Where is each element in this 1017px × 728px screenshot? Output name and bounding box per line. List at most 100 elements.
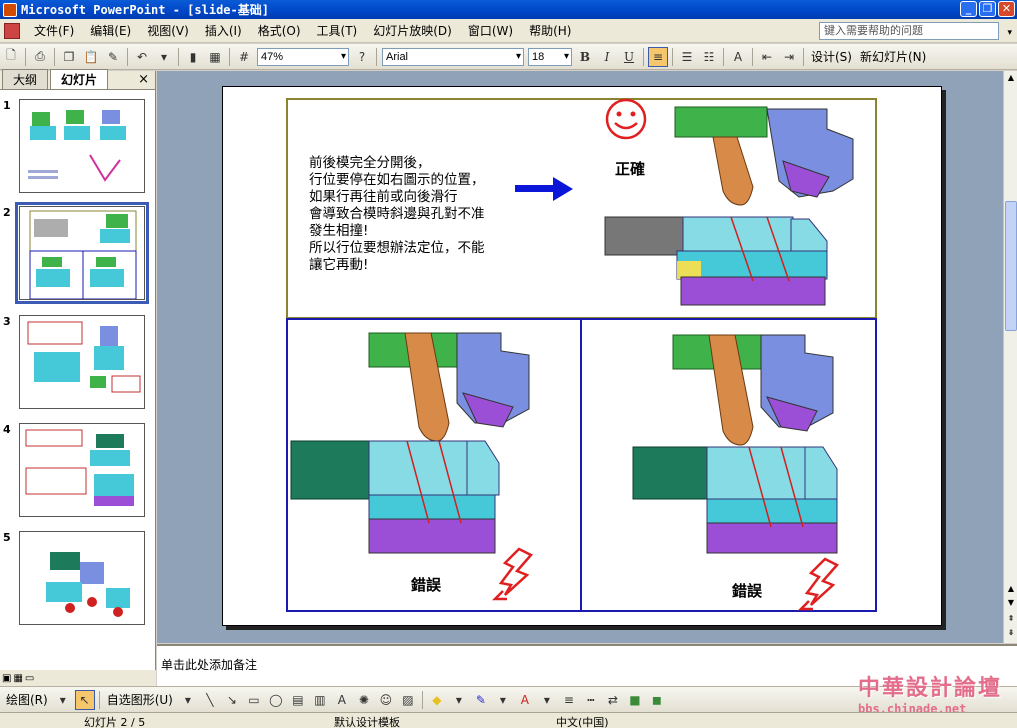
minimize-button[interactable]: _ — [960, 1, 977, 17]
increase-indent-icon[interactable]: ⇥ — [779, 47, 799, 67]
thumbnail[interactable] — [19, 99, 145, 193]
font-select[interactable]: Arial — [382, 47, 524, 66]
font-color-icon[interactable]: A — [515, 690, 535, 710]
numbered-list-icon[interactable]: ☰ — [677, 47, 697, 67]
document-icon[interactable] — [4, 22, 20, 39]
3d-icon[interactable]: ◼ — [647, 690, 667, 710]
menu-file[interactable]: 文件(F) — [26, 20, 82, 42]
help-search-input[interactable]: 键入需要帮助的问题 ▾ — [819, 22, 1012, 40]
zoom-select[interactable]: 47% — [257, 47, 349, 66]
menu-edit[interactable]: 编辑(E) — [82, 20, 139, 42]
menu-window[interactable]: 窗口(W) — [460, 20, 521, 42]
italic-button[interactable]: I — [597, 47, 617, 67]
new-icon[interactable]: 🗋 — [1, 47, 21, 67]
mold-diagram-correct[interactable] — [603, 101, 873, 316]
menu-view[interactable]: 视图(V) — [139, 20, 197, 42]
thumbnail[interactable] — [19, 531, 145, 625]
thumbnail[interactable] — [19, 315, 145, 409]
print-icon[interactable]: ⎙ — [30, 47, 50, 67]
notes-placeholder[interactable]: 单击此处添加备注 — [161, 656, 257, 673]
autoshapes-button[interactable]: 自选图形(U) — [107, 691, 173, 708]
new-slide-button[interactable]: 新幻灯片(N) — [860, 48, 926, 65]
textbox-icon[interactable]: ▤ — [288, 690, 308, 710]
slide[interactable]: 前後模完全分開後， 行位要停在如右圖示的位置， 如果行再往前或向後滑行 會導致合… — [222, 86, 942, 626]
arrow-style-icon[interactable]: ⇄ — [603, 690, 623, 710]
description-line: 發生相撞! — [309, 223, 369, 239]
chevron-down-icon[interactable]: ▾ — [178, 690, 198, 710]
chevron-down-icon[interactable]: ▾ — [53, 690, 73, 710]
help-icon[interactable]: ? — [352, 47, 372, 67]
menu-help[interactable]: 帮助(H) — [521, 20, 579, 42]
thumbnail[interactable] — [19, 423, 145, 517]
grid-icon[interactable]: # — [234, 47, 254, 67]
separator — [229, 47, 230, 66]
mold-diagram-wrong-left[interactable] — [289, 323, 579, 609]
tab-slides[interactable]: 幻灯片 — [50, 69, 109, 89]
fill-color-icon[interactable]: ◆ — [427, 690, 447, 710]
next-slide-icon[interactable]: ⇟ — [1005, 627, 1017, 639]
copy-icon[interactable]: ❐ — [59, 47, 79, 67]
wrong-label-left[interactable]: 錯誤 — [411, 574, 441, 595]
line-color-icon[interactable]: ✎ — [471, 690, 491, 710]
menu-slideshow[interactable]: 幻灯片放映(D) — [365, 20, 460, 42]
slide-number: 2 — [3, 206, 11, 219]
description-text[interactable]: 前後模完全分開後， 行位要停在如右圖示的位置， 如果行再往前或向後滑行 會導致合… — [309, 155, 529, 274]
shadow-icon[interactable]: ■ — [625, 690, 645, 710]
wordart-icon[interactable]: A — [332, 690, 352, 710]
vertical-scrollbar[interactable]: ▲ ▲ ▼ ⇞ ⇟ — [1003, 71, 1017, 643]
lightning-bolt-icon[interactable] — [491, 547, 535, 603]
scroll-thumb[interactable] — [1005, 201, 1017, 331]
oval-icon[interactable]: ◯ — [266, 690, 286, 710]
separator — [672, 47, 673, 66]
decrease-indent-icon[interactable]: ⇤ — [757, 47, 777, 67]
arrow-icon[interactable]: ↘ — [222, 690, 242, 710]
draw-menu-button[interactable]: 绘图(R) — [6, 691, 48, 708]
select-pointer-icon[interactable]: ↖ — [74, 689, 95, 710]
line-style-icon[interactable]: ≡ — [559, 690, 579, 710]
format-painter-icon[interactable]: ✎ — [103, 47, 123, 67]
right-arrow-icon[interactable] — [515, 175, 575, 203]
sorter-view-icon[interactable]: ▦ — [13, 673, 22, 684]
vertical-textbox-icon[interactable]: ▥ — [310, 690, 330, 710]
wrong-label-right[interactable]: 錯誤 — [732, 580, 762, 601]
rectangle-icon[interactable]: ▭ — [244, 690, 264, 710]
paste-icon[interactable]: 📋 — [81, 47, 101, 67]
chevron-down-icon[interactable]: ▾ — [537, 690, 557, 710]
scroll-up-icon[interactable]: ▲ — [1005, 583, 1017, 595]
undo-icon[interactable]: ↶ — [132, 47, 152, 67]
increase-font-icon[interactable]: A — [728, 47, 748, 67]
bullet-list-icon[interactable]: ☷ — [699, 47, 719, 67]
close-button[interactable]: ✕ — [998, 1, 1015, 17]
clipart-icon[interactable]: ☺ — [376, 690, 396, 710]
underline-button[interactable]: U — [619, 47, 639, 67]
chart-icon[interactable]: ▮ — [183, 47, 203, 67]
diagram-icon[interactable]: ✺ — [354, 690, 374, 710]
table-icon[interactable]: ▦ — [205, 47, 225, 67]
menu-insert[interactable]: 插入(I) — [197, 20, 250, 42]
lightning-bolt-icon[interactable] — [797, 557, 841, 613]
slideshow-view-icon[interactable]: ▭ — [25, 673, 34, 684]
description-line: 如果行再往前或向後滑行 — [309, 189, 458, 205]
restore-button[interactable]: ❐ — [979, 1, 996, 17]
status-template: 默认设计模板 — [334, 716, 400, 728]
prev-slide-icon[interactable]: ⇞ — [1005, 613, 1017, 625]
line-icon[interactable]: ╲ — [200, 690, 220, 710]
tab-outline[interactable]: 大纲 — [2, 69, 49, 89]
close-icon[interactable]: × — [138, 72, 149, 87]
dash-style-icon[interactable]: ┅ — [581, 690, 601, 710]
font-size-select[interactable]: 18 — [528, 47, 572, 66]
normal-view-icon[interactable]: ▣ — [2, 673, 11, 684]
scroll-up-icon[interactable]: ▲ — [1005, 72, 1017, 84]
thumbnail[interactable] — [15, 202, 149, 304]
menu-tools[interactable]: 工具(T) — [309, 20, 366, 42]
chevron-down-icon[interactable]: ▾ — [154, 47, 174, 67]
align-left-icon[interactable]: ≡ — [648, 46, 668, 67]
scroll-down-icon[interactable]: ▼ — [1005, 597, 1017, 609]
chevron-down-icon[interactable]: ▾ — [493, 690, 513, 710]
menu-format[interactable]: 格式(O) — [250, 20, 309, 42]
design-button[interactable]: 设计(S) — [811, 48, 852, 65]
picture-icon[interactable]: ▨ — [398, 690, 418, 710]
chevron-down-icon[interactable]: ▾ — [449, 690, 469, 710]
bold-button[interactable]: B — [575, 47, 595, 67]
chevron-down-icon[interactable]: ▾ — [1007, 25, 1012, 41]
